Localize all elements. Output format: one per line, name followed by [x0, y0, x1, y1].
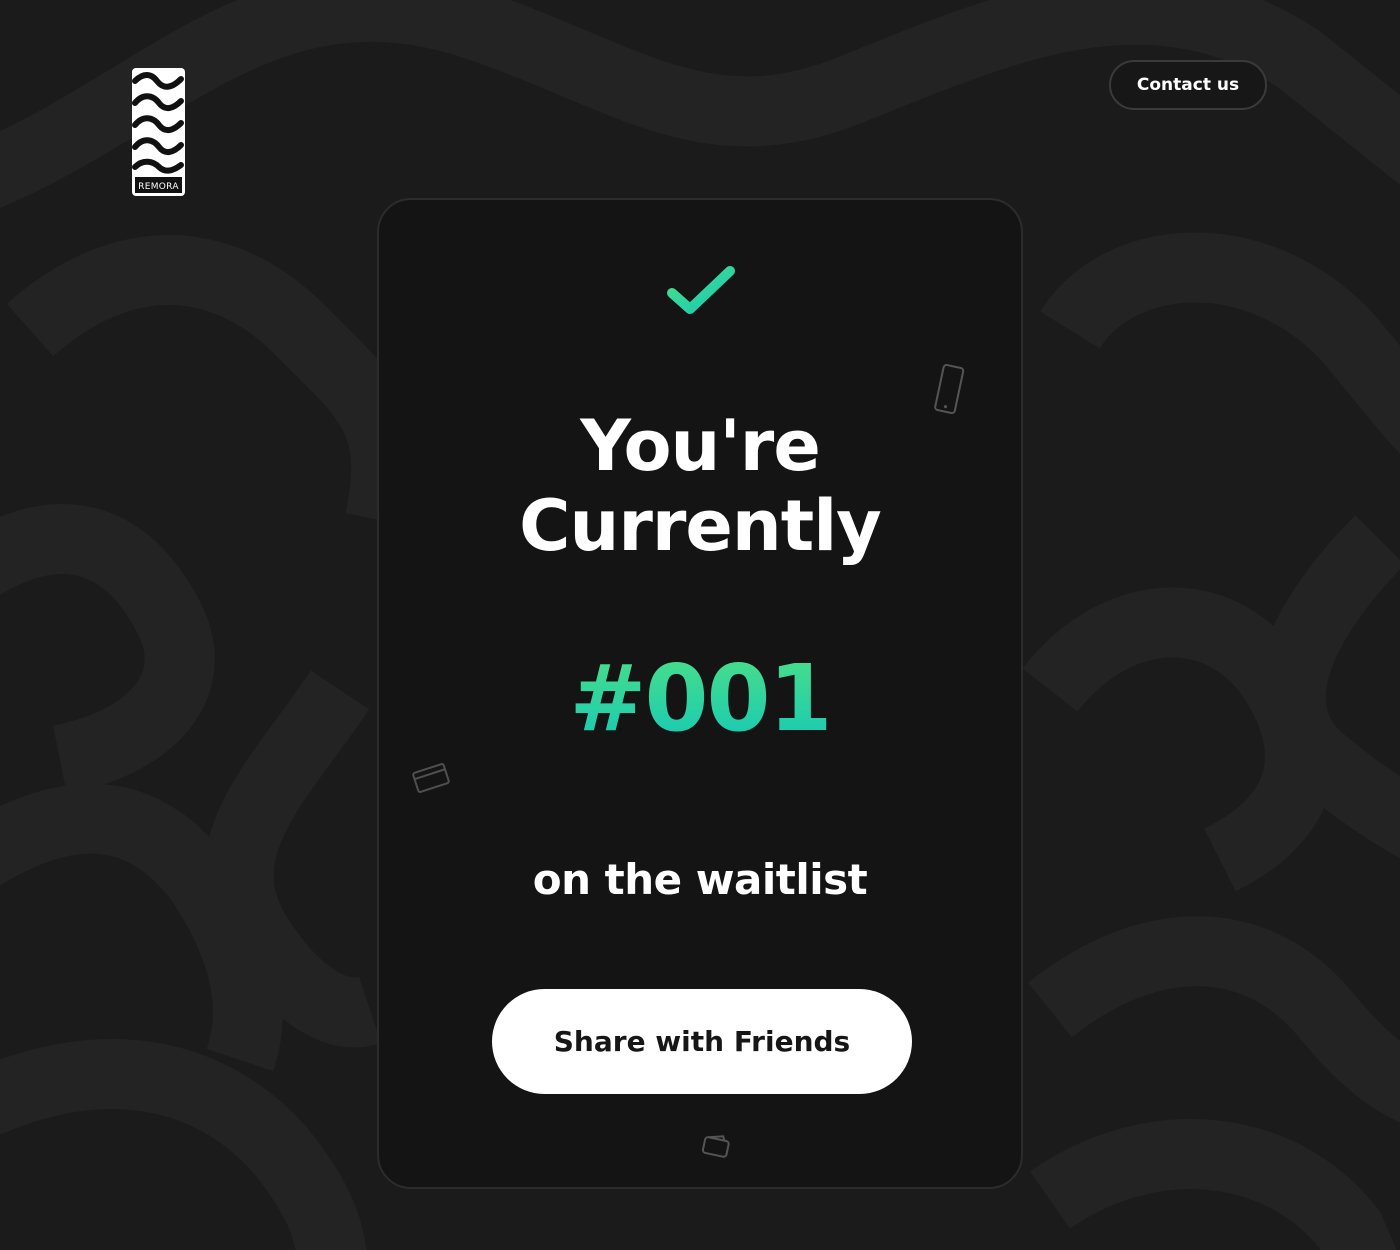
waitlist-page: REMORA Contact us You're Currently #001 …	[0, 0, 1400, 1250]
waitlist-subtext: on the waitlist	[532, 855, 868, 904]
share-with-friends-button[interactable]: Share with Friends	[492, 989, 912, 1094]
check-icon	[667, 266, 735, 314]
contact-us-button[interactable]: Contact us	[1109, 60, 1267, 110]
headline-line-1: You're	[580, 405, 821, 487]
wallet-icon	[701, 1135, 730, 1158]
headline-line-2: Currently	[519, 485, 882, 567]
logo-text: REMORA	[138, 182, 179, 192]
waitlist-card: You're Currently #001 on the waitlist Sh…	[377, 198, 1023, 1189]
remora-logo[interactable]: REMORA	[131, 67, 186, 197]
logo-mark	[132, 68, 185, 196]
credit-card-icon	[412, 763, 450, 793]
waitlist-position: #001	[379, 645, 1021, 752]
